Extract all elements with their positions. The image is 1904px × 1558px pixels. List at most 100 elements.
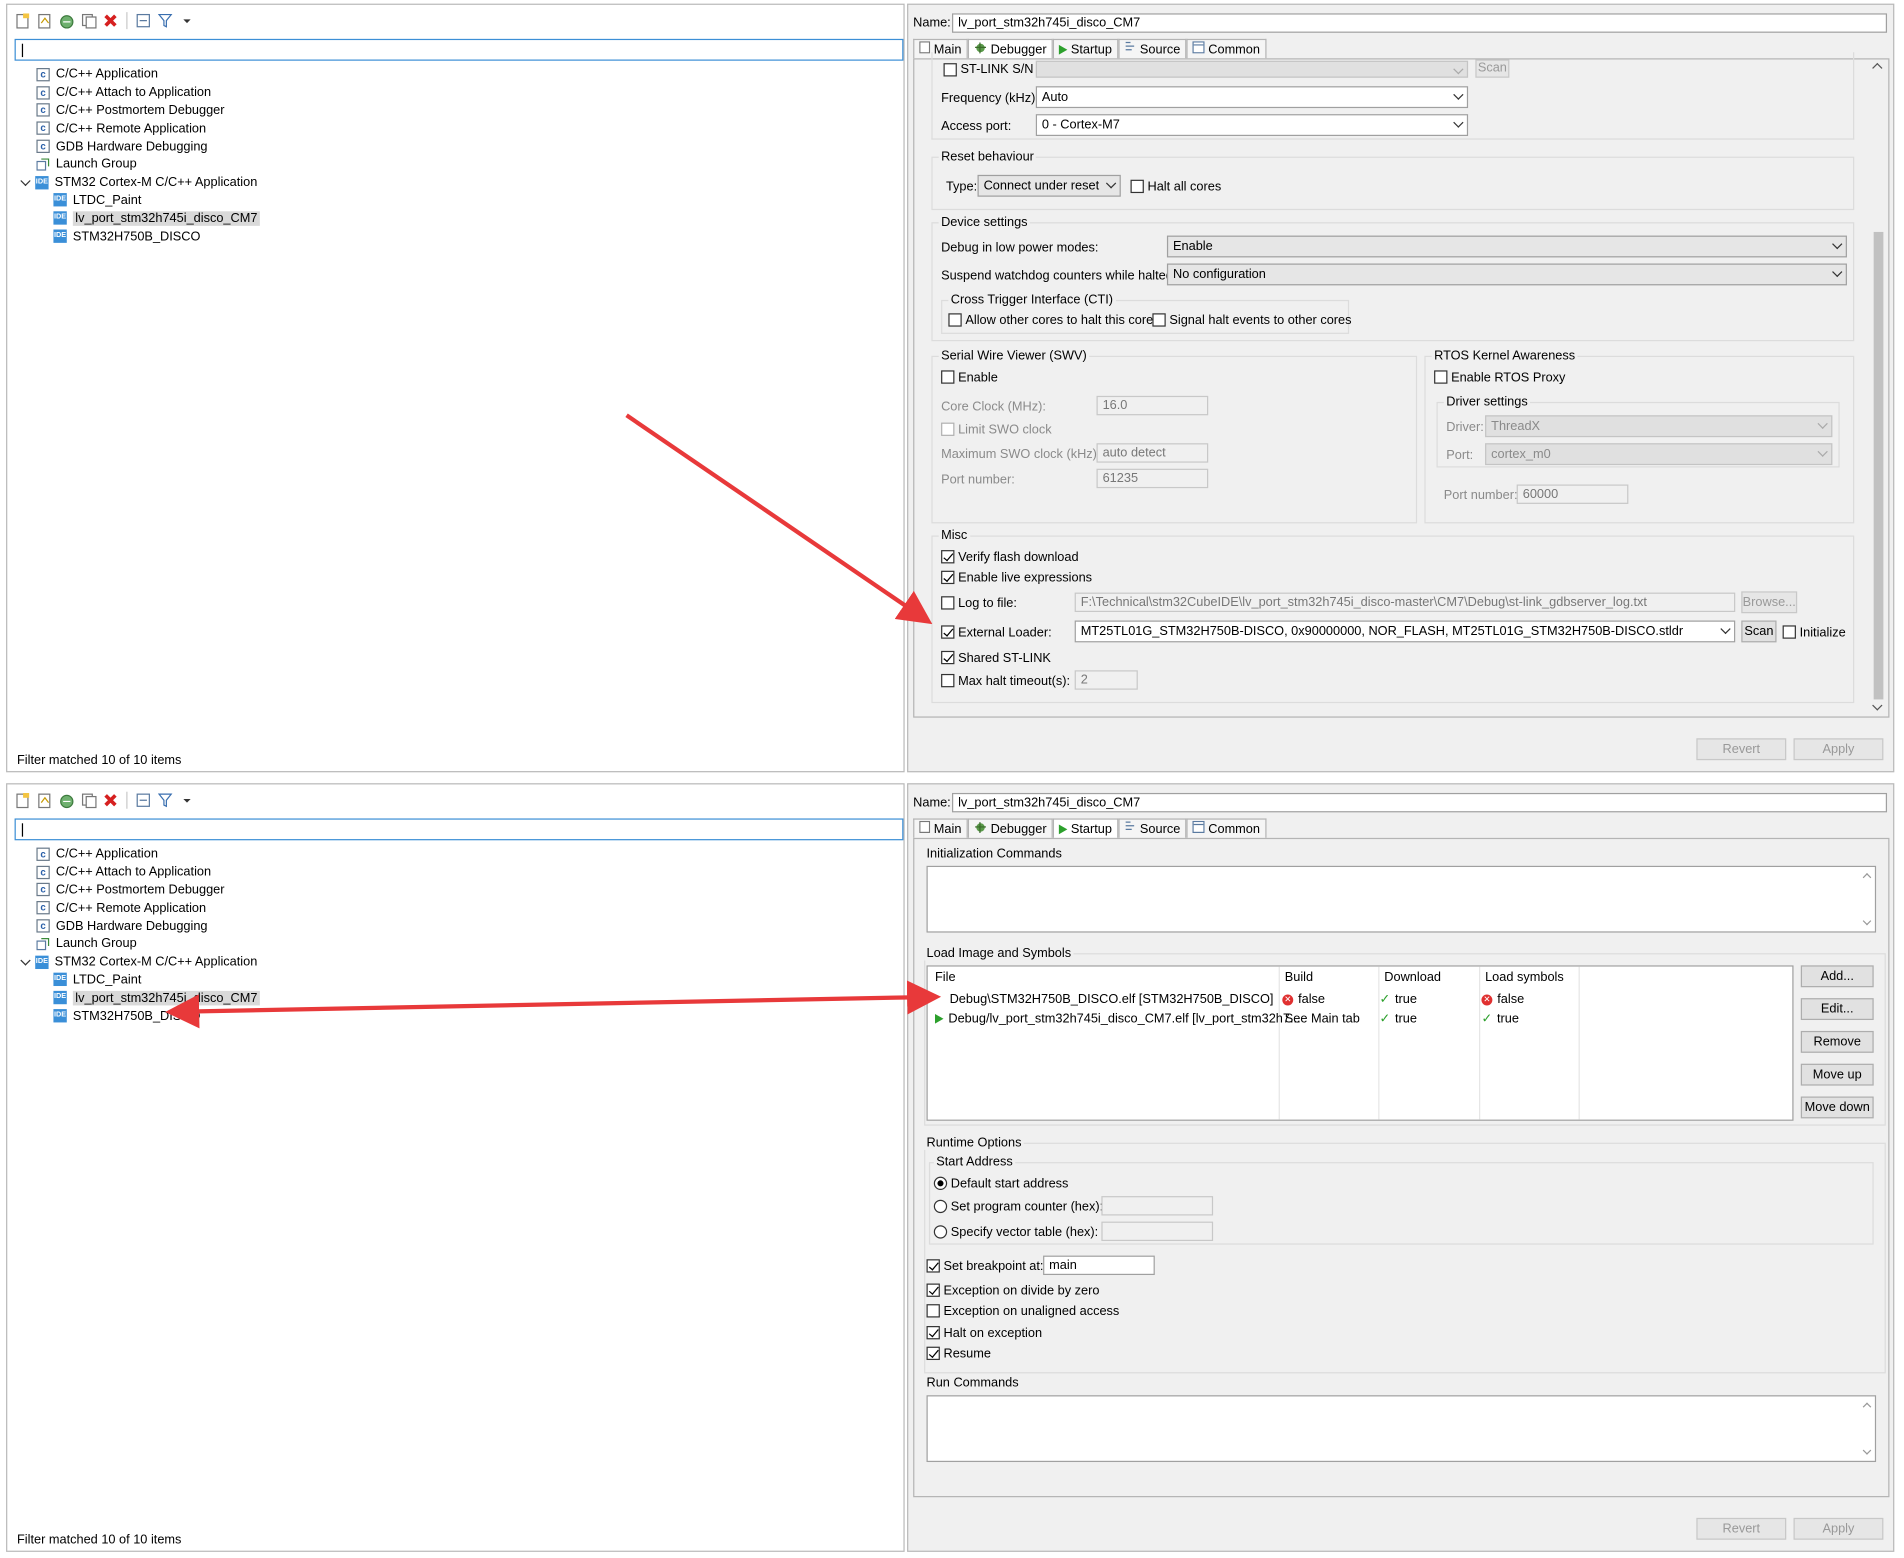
- tab-source[interactable]: Source: [1118, 818, 1187, 838]
- log-to-file-checkbox[interactable]: [941, 596, 955, 610]
- port-number-field[interactable]: 61235: [1096, 468, 1209, 489]
- max-halt-checkbox[interactable]: [941, 673, 955, 688]
- scroll-up-icon[interactable]: [1862, 1402, 1872, 1412]
- col-load-symbols[interactable]: Load symbols: [1485, 970, 1564, 985]
- tree-item[interactable]: IDE STM32H750B_DISCO: [19, 227, 259, 245]
- vector-table-radio[interactable]: [933, 1225, 948, 1239]
- rtos-port-field[interactable]: 60000: [1516, 484, 1629, 504]
- set-pc-field[interactable]: [1101, 1196, 1214, 1216]
- tree-item[interactable]: c C/C++ Remote Application: [19, 899, 259, 917]
- duplicate-config-icon[interactable]: [80, 12, 97, 29]
- log-path-field[interactable]: F:\Technical\stm32CubeIDE\lv_port_stm32h…: [1074, 592, 1736, 613]
- shared-stlink-checkbox[interactable]: [941, 650, 955, 665]
- vertical-scrollbar[interactable]: [1871, 62, 1886, 714]
- tree-item[interactable]: IDE STM32 Cortex-M C/C++ Application: [19, 173, 259, 191]
- core-clock-field[interactable]: 16.0: [1096, 395, 1209, 416]
- tab-main[interactable]: Main: [913, 818, 968, 838]
- scroll-up-icon[interactable]: [1862, 873, 1872, 882]
- limit-swo-checkbox[interactable]: [941, 422, 955, 436]
- port-combo[interactable]: cortex_m0: [1485, 443, 1833, 466]
- stlink-scan-button[interactable]: Scan: [1475, 59, 1510, 78]
- scroll-thumb[interactable]: [1873, 231, 1884, 700]
- tree-item[interactable]: c C/C++ Application: [19, 66, 259, 84]
- tree-item[interactable]: Launch Group: [19, 155, 259, 173]
- filter-input[interactable]: [14, 38, 904, 61]
- new-prototype-icon[interactable]: [36, 792, 53, 809]
- tab-debugger[interactable]: Debugger: [967, 818, 1053, 838]
- ext-loader-checkbox[interactable]: [941, 625, 955, 639]
- tree-item[interactable]: c C/C++ Attach to Application: [19, 863, 259, 881]
- vector-table-field[interactable]: [1101, 1221, 1214, 1242]
- new-prototype-icon[interactable]: [36, 12, 53, 29]
- tree-item[interactable]: c C/C++ Application: [19, 845, 259, 863]
- tree-item[interactable]: c GDB Hardware Debugging: [19, 137, 259, 155]
- scroll-up-icon[interactable]: [1872, 62, 1883, 74]
- run-cmds-textarea[interactable]: [926, 1395, 1877, 1463]
- delete-config-icon[interactable]: [102, 12, 119, 29]
- default-start-radio[interactable]: [933, 1176, 948, 1191]
- swv-enable-checkbox[interactable]: [941, 370, 955, 384]
- tree-item[interactable]: c C/C++ Attach to Application: [19, 84, 259, 102]
- access-port-combo[interactable]: 0 - Cortex-M7: [1035, 114, 1469, 137]
- scroll-down-icon[interactable]: [1862, 916, 1872, 926]
- ext-loader-combo[interactable]: MT25TL01G_STM32H750B-DISCO, 0x90000000, …: [1074, 620, 1736, 643]
- tree-item[interactable]: IDE lv_port_stm32h745i_disco_CM7: [19, 209, 260, 227]
- tab-startup[interactable]: Startup: [1052, 818, 1119, 838]
- max-halt-field[interactable]: 2: [1074, 670, 1138, 690]
- filter-icon[interactable]: [157, 12, 174, 29]
- add-button[interactable]: Add...: [1800, 965, 1874, 988]
- tree-item[interactable]: IDE lv_port_stm32h745i_disco_CM7: [19, 989, 260, 1007]
- name-input[interactable]: lv_port_stm32h745i_disco_CM7: [952, 13, 1888, 33]
- tree-item[interactable]: c C/C++ Postmortem Debugger: [19, 102, 259, 120]
- stlink-sn-checkbox[interactable]: [943, 63, 957, 77]
- tab-common[interactable]: Common: [1186, 818, 1267, 838]
- browse-button[interactable]: Browse...: [1741, 591, 1798, 614]
- export-config-icon[interactable]: [58, 792, 75, 809]
- set-pc-radio[interactable]: [933, 1199, 948, 1214]
- resume-checkbox[interactable]: [926, 1346, 940, 1361]
- filter-icon[interactable]: [157, 792, 174, 809]
- col-file[interactable]: File: [935, 970, 956, 985]
- tree-item[interactable]: IDE STM32 Cortex-M C/C++ Application: [19, 953, 259, 971]
- initialize-checkbox[interactable]: [1782, 625, 1796, 639]
- revert-button-top[interactable]: Revert: [1696, 738, 1787, 761]
- unaligned-checkbox[interactable]: [926, 1304, 940, 1318]
- max-swo-field[interactable]: auto detect: [1096, 443, 1209, 463]
- collapse-all-icon[interactable]: [135, 12, 152, 29]
- chevron-down-icon[interactable]: [20, 175, 31, 186]
- tree-item[interactable]: c C/C++ Postmortem Debugger: [19, 881, 259, 899]
- div-zero-checkbox[interactable]: [926, 1283, 940, 1297]
- new-config-icon[interactable]: [15, 12, 32, 29]
- apply-button-bottom[interactable]: Apply: [1793, 1517, 1884, 1540]
- scroll-down-icon[interactable]: [1872, 700, 1883, 711]
- new-config-icon[interactable]: [15, 792, 32, 809]
- set-bp-checkbox[interactable]: [926, 1259, 940, 1273]
- filter-input[interactable]: [14, 818, 904, 841]
- chevron-down-icon[interactable]: [20, 954, 31, 966]
- live-expr-checkbox[interactable]: [941, 570, 955, 585]
- cti-signal-checkbox[interactable]: [1152, 313, 1166, 327]
- col-download[interactable]: Download: [1384, 970, 1441, 985]
- collapse-all-icon[interactable]: [135, 792, 152, 809]
- name-input[interactable]: lv_port_stm32h745i_disco_CM7: [952, 792, 1888, 813]
- move-up-button[interactable]: Move up: [1800, 1063, 1874, 1086]
- ext-loader-scan-button[interactable]: Scan: [1741, 620, 1777, 643]
- low-power-combo[interactable]: Enable: [1166, 235, 1847, 258]
- delete-config-icon[interactable]: [102, 792, 119, 809]
- tree-item[interactable]: c GDB Hardware Debugging: [19, 917, 259, 935]
- bp-field[interactable]: main: [1043, 1255, 1155, 1276]
- tree-item[interactable]: Launch Group: [19, 935, 259, 953]
- halt-exc-checkbox[interactable]: [926, 1326, 940, 1340]
- scroll-down-icon[interactable]: [1862, 1446, 1872, 1455]
- revert-button-bottom[interactable]: Revert: [1696, 1517, 1787, 1540]
- verify-flash-checkbox[interactable]: [941, 550, 955, 564]
- tree-item[interactable]: IDE LTDC_Paint: [19, 191, 259, 209]
- tree-item[interactable]: IDE STM32H750B_DISCO: [19, 1007, 259, 1025]
- driver-combo[interactable]: ThreadX: [1485, 415, 1833, 438]
- apply-button-top[interactable]: Apply: [1793, 738, 1884, 761]
- stlink-sn-combo[interactable]: [1035, 60, 1469, 78]
- move-down-button[interactable]: Move down: [1800, 1096, 1874, 1119]
- export-config-icon[interactable]: [58, 12, 75, 29]
- remove-button[interactable]: Remove: [1800, 1030, 1874, 1053]
- watchdog-combo[interactable]: No configuration: [1166, 263, 1847, 286]
